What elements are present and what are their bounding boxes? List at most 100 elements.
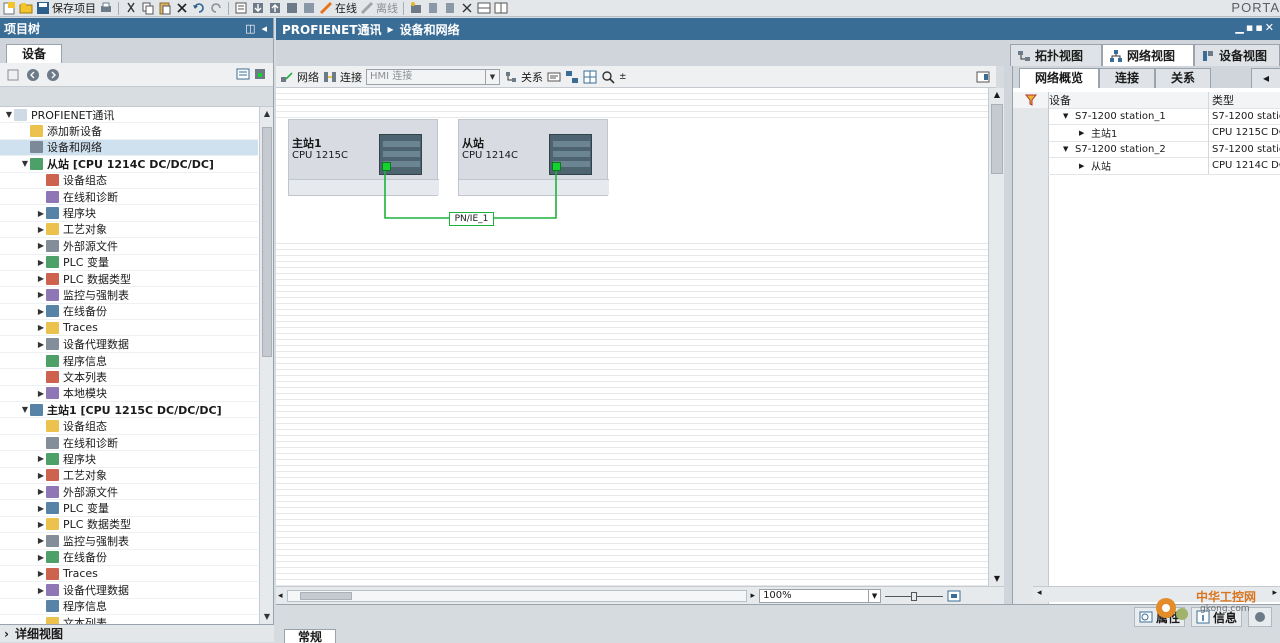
detail-view-header[interactable]: › 详细视图 (0, 624, 274, 642)
zoom-dropdown-icon[interactable]: ± (619, 72, 627, 82)
redo-icon[interactable] (209, 1, 223, 15)
overview-row[interactable]: ▶ 从站 CPU 1214C DC (1013, 157, 1280, 175)
accessible-devices-icon[interactable] (409, 1, 423, 15)
download-icon[interactable] (251, 1, 265, 15)
scroll-right-icon[interactable]: ▸ (1272, 588, 1277, 598)
scroll-thumb[interactable] (262, 127, 272, 357)
tree-item[interactable]: ▶ PLC 变量 (0, 500, 258, 517)
copy-icon[interactable] (141, 1, 155, 15)
tree-item[interactable]: ▶ 工艺对象 (0, 222, 258, 239)
tree-item[interactable]: ▶ 监控与强制表 (0, 533, 258, 550)
chevron-right-icon[interactable]: ▶ (36, 290, 46, 299)
save-project-button[interactable]: 保存项目 (36, 0, 96, 16)
tree-item[interactable]: ▶ 在线备份 (0, 304, 258, 321)
tree-item[interactable]: ▶ 在线备份 (0, 550, 258, 566)
scroll-right-icon[interactable]: ▸ (751, 591, 756, 601)
tree-item[interactable]: 在线和诊断 (0, 189, 258, 206)
tree-item[interactable]: ▶ PLC 数据类型 (0, 271, 258, 288)
tree-item[interactable]: ▶ 监控与强制表 (0, 287, 258, 304)
canvas-vertical-scrollbar[interactable]: ▲ ▼ (988, 88, 1004, 586)
back-icon[interactable] (26, 68, 40, 82)
tree-item[interactable]: ▶ 工艺对象 (0, 468, 258, 484)
forward-icon[interactable] (46, 68, 60, 82)
cross-reference-icon[interactable] (460, 1, 474, 15)
tree-item[interactable]: 设备组态 (0, 173, 258, 189)
chevron-right-icon[interactable]: ▶ (36, 504, 46, 513)
tab-network-overview[interactable]: 网络概览 (1019, 68, 1099, 88)
chevron-right-icon[interactable]: ▶ (36, 569, 46, 578)
window-controls[interactable]: ▁▪▪✕ (1235, 21, 1276, 34)
canvas-horizontal-scrollbar[interactable]: ◂ ▸ 100% ▼ (276, 586, 1004, 604)
network-mode-button[interactable]: 网络 (280, 69, 319, 85)
open-project-icon[interactable] (19, 1, 33, 15)
chevron-right-icon[interactable]: ▶ (36, 340, 46, 349)
undo-icon[interactable] (192, 1, 206, 15)
scroll-thumb[interactable] (991, 104, 1003, 174)
tree-item[interactable]: ▶ 设备代理数据 (0, 582, 258, 599)
cut-icon[interactable] (124, 1, 138, 15)
overview-row[interactable]: ▶ 主站1 CPU 1215C DC (1013, 124, 1280, 142)
tree-item[interactable]: ▶ Traces (0, 320, 258, 337)
simulation-icon[interactable] (285, 1, 299, 15)
tree-item[interactable]: 在线和诊断 (0, 435, 258, 452)
panel-splitter[interactable] (1004, 66, 1012, 604)
chevron-right-icon[interactable]: ▶ (36, 520, 46, 529)
tree-item[interactable]: 程序信息 (0, 353, 258, 370)
new-project-icon[interactable] (2, 1, 16, 15)
scroll-up-icon[interactable]: ▲ (260, 107, 274, 121)
relations-mode-button[interactable]: 关系 (504, 69, 543, 85)
scroll-down-icon[interactable]: ▼ (990, 572, 1004, 586)
breadcrumb-project[interactable]: PROFIENET通讯 (282, 21, 382, 38)
delete-icon[interactable] (175, 1, 189, 15)
chevron-down-icon[interactable]: ▼ (4, 110, 14, 119)
project-tree-scrollbar[interactable]: ▲ ▼ (259, 107, 273, 624)
tree-item[interactable]: ▶ 程序块 (0, 451, 258, 468)
chevron-down-icon[interactable]: ▼ (1063, 112, 1075, 120)
chevron-right-icon[interactable]: ▶ (36, 241, 46, 250)
scroll-left-icon[interactable]: ◂ (278, 591, 283, 601)
chevron-right-icon[interactable]: ▶ (36, 258, 46, 267)
network-canvas[interactable]: 主站1 CPU 1215C 从站 CPU 1214C PN/IE_1 (276, 88, 988, 586)
zoom-select[interactable]: 100% ▼ (759, 588, 882, 603)
scroll-thumb[interactable] (299, 591, 352, 600)
upload-icon[interactable] (268, 1, 282, 15)
start-cpu-icon[interactable] (426, 1, 440, 15)
collapse-panel-icon[interactable]: ◫ (245, 22, 255, 35)
column-header-device[interactable]: 设备 (1049, 91, 1209, 108)
tree-item[interactable]: 设备和网络 (0, 139, 258, 157)
chevron-right-icon[interactable]: ▶ (36, 487, 46, 496)
chevron-right-icon[interactable]: ▶ (36, 454, 46, 463)
print-icon[interactable] (99, 1, 113, 15)
chevron-right-icon[interactable]: ▶ (36, 225, 46, 234)
tab-device-view[interactable]: 设备视图 (1194, 44, 1280, 66)
tree-item[interactable]: ▶ PLC 变量 (0, 255, 258, 271)
compile-icon[interactable] (234, 1, 248, 15)
chevron-right-icon[interactable]: ▶ (1079, 129, 1091, 137)
tree-item[interactable]: ▼ PROFIENET通讯 (0, 107, 258, 124)
split-horizontal-icon[interactable] (477, 1, 491, 15)
chevron-right-icon[interactable]: ▶ (36, 586, 46, 595)
tab-devices[interactable]: 设备 (6, 44, 62, 63)
chevron-right-icon[interactable]: ▶ (36, 323, 46, 332)
tree-item[interactable]: ▶ 外部源文件 (0, 238, 258, 255)
tab-network-view[interactable]: 网络视图 (1102, 44, 1194, 66)
paste-icon[interactable] (158, 1, 172, 15)
chevron-right-icon[interactable]: ▶ (36, 536, 46, 545)
chevron-left-icon[interactable]: ◂ (1251, 68, 1280, 88)
chevron-right-icon[interactable]: ▶ (36, 553, 46, 562)
chevron-left-icon[interactable]: ◂ (261, 22, 267, 35)
tree-item[interactable]: 设备组态 (0, 418, 258, 435)
tab-relations[interactable]: 关系 (1155, 68, 1211, 88)
network-tool-icon[interactable] (565, 70, 579, 84)
grid-icon[interactable] (583, 70, 597, 84)
tree-item[interactable]: ▶ 本地模块 (0, 386, 258, 403)
filter-icon[interactable] (1024, 93, 1038, 107)
chevron-down-icon[interactable]: ▼ (868, 589, 880, 602)
show-address-icon[interactable] (547, 70, 561, 84)
chevron-right-icon[interactable]: ▶ (36, 209, 46, 218)
split-vertical-icon[interactable] (494, 1, 508, 15)
tree-item[interactable]: ▶ PLC 数据类型 (0, 517, 258, 534)
tree-item[interactable]: ▶ 设备代理数据 (0, 336, 258, 353)
overview-row[interactable]: ▼ S7-1200 station_2 S7-1200 statio (1013, 141, 1280, 158)
chevron-right-icon[interactable]: ▶ (1079, 162, 1091, 170)
